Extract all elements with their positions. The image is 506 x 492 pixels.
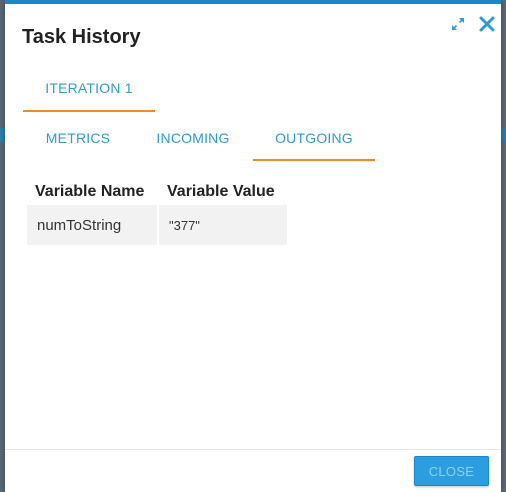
dialog-footer: CLOSE xyxy=(5,449,501,492)
table-header-row: Variable Name Variable Value xyxy=(27,179,287,205)
table-row: numToString "377" xyxy=(27,205,287,245)
header-icons xyxy=(451,16,495,32)
dialog-title: Task History xyxy=(22,26,141,48)
column-header-variable-name: Variable Name xyxy=(35,183,145,200)
variables-table: Variable Name Variable Value numToString… xyxy=(25,179,289,245)
variable-name-cell: numToString xyxy=(27,205,157,245)
close-button[interactable]: CLOSE xyxy=(414,456,489,486)
detail-tabs: METRICS INCOMING OUTGOING xyxy=(23,118,375,161)
iteration-tabs: ITERATION 1 xyxy=(23,70,155,112)
column-header-variable-value: Variable Value xyxy=(167,183,275,200)
close-x-icon[interactable] xyxy=(479,16,495,32)
variable-value-cell: "377" xyxy=(159,205,287,245)
expand-arrows-icon[interactable] xyxy=(451,17,465,31)
tab-metrics[interactable]: METRICS xyxy=(23,118,133,161)
tab-incoming[interactable]: INCOMING xyxy=(133,118,253,161)
tab-iteration-1[interactable]: ITERATION 1 xyxy=(23,70,155,112)
tab-outgoing[interactable]: OUTGOING xyxy=(253,118,375,161)
task-history-dialog: Task History ITERATION 1 METRICS INCOMIN… xyxy=(5,0,501,492)
dialog-header: Task History xyxy=(5,4,501,70)
